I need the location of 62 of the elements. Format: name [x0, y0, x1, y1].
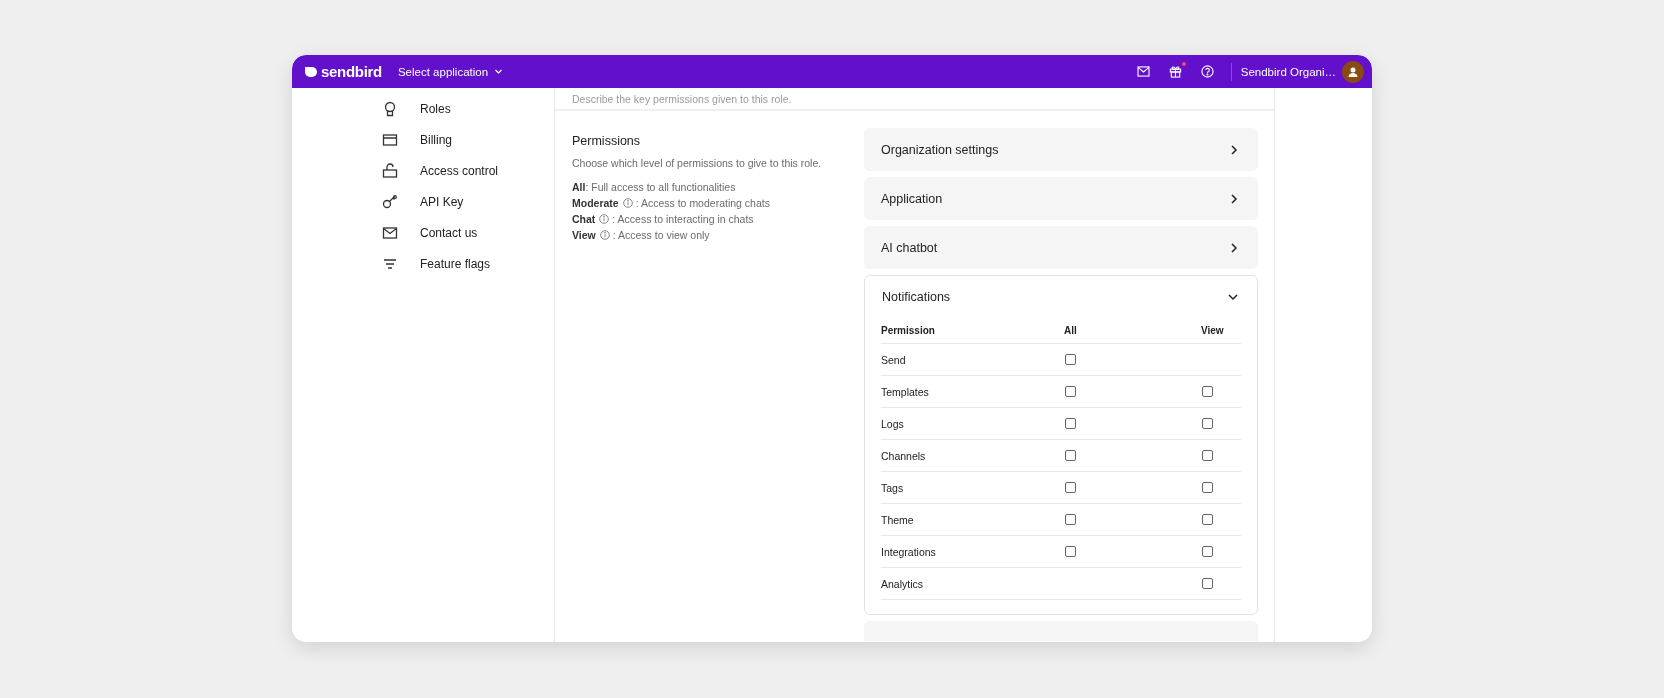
chevron-right-icon[interactable] [1228, 241, 1240, 254]
help-icon[interactable] [1198, 62, 1217, 81]
brand-name: sendbird [321, 63, 382, 80]
section-title[interactable]: Notifications [882, 289, 951, 304]
column-header: All [1064, 324, 1078, 336]
permission-name: Channels [881, 449, 927, 462]
permission-name: Templates [881, 385, 930, 398]
envelope-icon [382, 224, 398, 241]
logo-icon [304, 65, 318, 78]
permission-name: Tags [881, 481, 905, 494]
level-name: Chat [572, 213, 596, 225]
checkbox[interactable] [1065, 482, 1076, 493]
section-title[interactable]: Application [881, 191, 943, 206]
permission-name: Integrations [881, 545, 937, 558]
avatar-icon[interactable] [1342, 60, 1364, 83]
checkbox[interactable] [1065, 546, 1076, 557]
chevron-right-icon[interactable] [1228, 143, 1240, 156]
caret-icon[interactable] [494, 67, 504, 76]
permission-name: Send [881, 353, 907, 366]
level-description: : Access to view only [612, 229, 710, 241]
description-hint: Describe the key permissions given to this role. [572, 92, 792, 105]
checkbox[interactable] [1202, 578, 1213, 589]
permission-name: Analytics [881, 577, 924, 590]
level-description: : Access to interacting in chats [612, 213, 754, 225]
checkbox[interactable] [1202, 482, 1213, 493]
checkbox[interactable] [1202, 546, 1213, 557]
lock-icon [382, 162, 398, 179]
checkbox[interactable] [1202, 450, 1213, 461]
sidebar-item[interactable]: Roles [420, 101, 451, 116]
card-icon [382, 131, 398, 148]
section-title[interactable]: AI chatbot [881, 240, 938, 255]
organization-name[interactable]: Sendbird Organi… [1240, 65, 1336, 78]
level-name: Moderate [572, 197, 619, 209]
permission-name: Theme [881, 513, 915, 526]
key-icon [382, 193, 398, 210]
checkbox[interactable] [1065, 418, 1076, 429]
chevron-right-icon[interactable] [1228, 192, 1240, 205]
section-title[interactable]: Organization settings [881, 142, 999, 157]
sidebar-item[interactable]: Access control [420, 163, 499, 178]
info-icon[interactable] [599, 214, 610, 224]
permissions-subtitle: Choose which level of permissions to give to this role. [572, 157, 823, 169]
checkbox[interactable] [1065, 450, 1076, 461]
column-header: Permission [881, 324, 936, 336]
column-header: View [1201, 324, 1224, 336]
info-icon[interactable] [622, 198, 633, 208]
checkbox[interactable] [1065, 354, 1076, 365]
level-description: : Full access to all functionalities [585, 181, 736, 193]
checkbox[interactable] [1202, 418, 1213, 429]
checkbox[interactable] [1202, 386, 1213, 397]
level-description: : Access to moderating chats [635, 197, 770, 209]
checkbox[interactable] [1202, 514, 1213, 525]
info-icon[interactable] [599, 230, 610, 240]
permission-name: Logs [881, 417, 905, 430]
sidebar-item[interactable]: Feature flags [420, 256, 491, 271]
checkbox[interactable] [1065, 386, 1076, 397]
checkbox[interactable] [1065, 514, 1076, 525]
permissions-title: Permissions [572, 134, 642, 148]
level-name: View [572, 229, 596, 241]
application-selector[interactable]: Select application [397, 65, 504, 78]
sidebar-item[interactable]: Contact us [420, 225, 478, 240]
sidebar-item[interactable]: API Key [420, 194, 464, 209]
sidebar-item[interactable]: Billing [420, 132, 452, 147]
